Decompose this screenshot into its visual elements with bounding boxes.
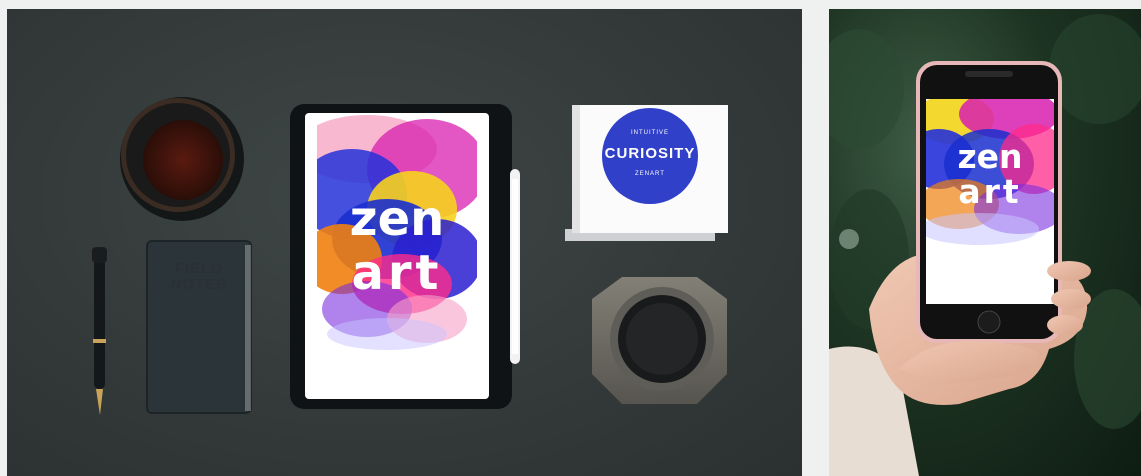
tablet-word-zen: zen [349,191,445,247]
cube-logo: INTUITIVE CURIOSITY ZENART [602,108,698,204]
desk-mockup-photo: FIELD NOTES INTUITIVE CURIOSITY ZENART z… [7,9,802,476]
phone-word-art: art [958,172,1022,211]
cube-logo-bottom: ZENART [635,171,665,177]
phone-word-zen: zen [957,137,1023,176]
notebook-line1: FIELD [174,260,224,277]
phone-mockup-photo: zen art [829,9,1141,476]
tablet-wordmark: zen art [317,195,477,297]
cube-logo-main: CURIOSITY [604,145,696,162]
phone-wordmark: zen art [926,140,1054,208]
notebook-cover-text: FIELD NOTES [147,261,251,293]
notebook-line2: NOTES [170,275,228,293]
tablet-word-art: art [351,245,443,301]
cube-logo-top: INTUITIVE [630,130,669,136]
